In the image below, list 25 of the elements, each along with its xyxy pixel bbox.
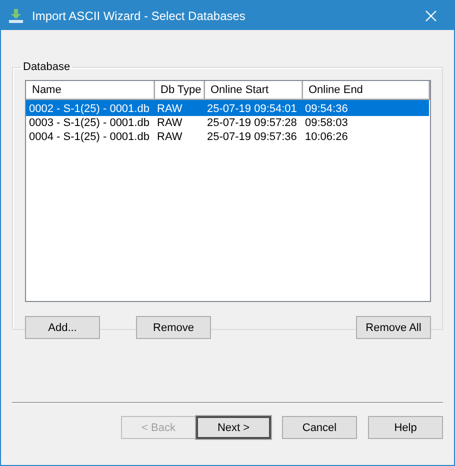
column-header[interactable]: Name xyxy=(26,81,154,99)
column-header[interactable]: Db Type xyxy=(154,81,204,99)
table-cell[interactable]: 10:06:26 xyxy=(302,130,429,144)
table-cell[interactable]: RAW xyxy=(154,130,204,144)
table-cell[interactable]: RAW xyxy=(154,116,204,130)
column-header[interactable]: Online End xyxy=(302,81,429,99)
table-cell[interactable]: 09:58:03 xyxy=(302,116,429,130)
database-name[interactable]: 0004 - S-1(25) - 0001.db xyxy=(26,130,154,144)
cancel-button[interactable]: Cancel xyxy=(282,416,357,439)
database-name[interactable]: 0002 - S-1(25) - 0001.db xyxy=(26,99,154,116)
window-title: Import ASCII Wizard - Select Databases xyxy=(32,8,246,22)
table-cell[interactable]: 25-07-19 09:57:36 xyxy=(204,130,302,144)
add-button[interactable]: Add... xyxy=(25,316,100,339)
next-button[interactable]: Next > xyxy=(196,416,271,439)
database-name[interactable]: 0003 - S-1(25) - 0001.db xyxy=(26,116,154,130)
table-cell[interactable]: 09:54:36 xyxy=(302,99,429,116)
download-icon xyxy=(8,8,24,24)
group-label: Database xyxy=(22,61,72,73)
remove-all-button[interactable]: Remove All xyxy=(356,316,431,339)
help-button[interactable]: Help xyxy=(368,416,443,439)
table-cell[interactable]: RAW xyxy=(154,99,204,116)
column-header[interactable]: Online Start xyxy=(204,81,302,99)
table-cell[interactable]: 25-07-19 09:54:01 xyxy=(204,99,302,116)
table-cell[interactable]: 25-07-19 09:57:28 xyxy=(204,116,302,130)
remove-button[interactable]: Remove xyxy=(136,316,211,339)
